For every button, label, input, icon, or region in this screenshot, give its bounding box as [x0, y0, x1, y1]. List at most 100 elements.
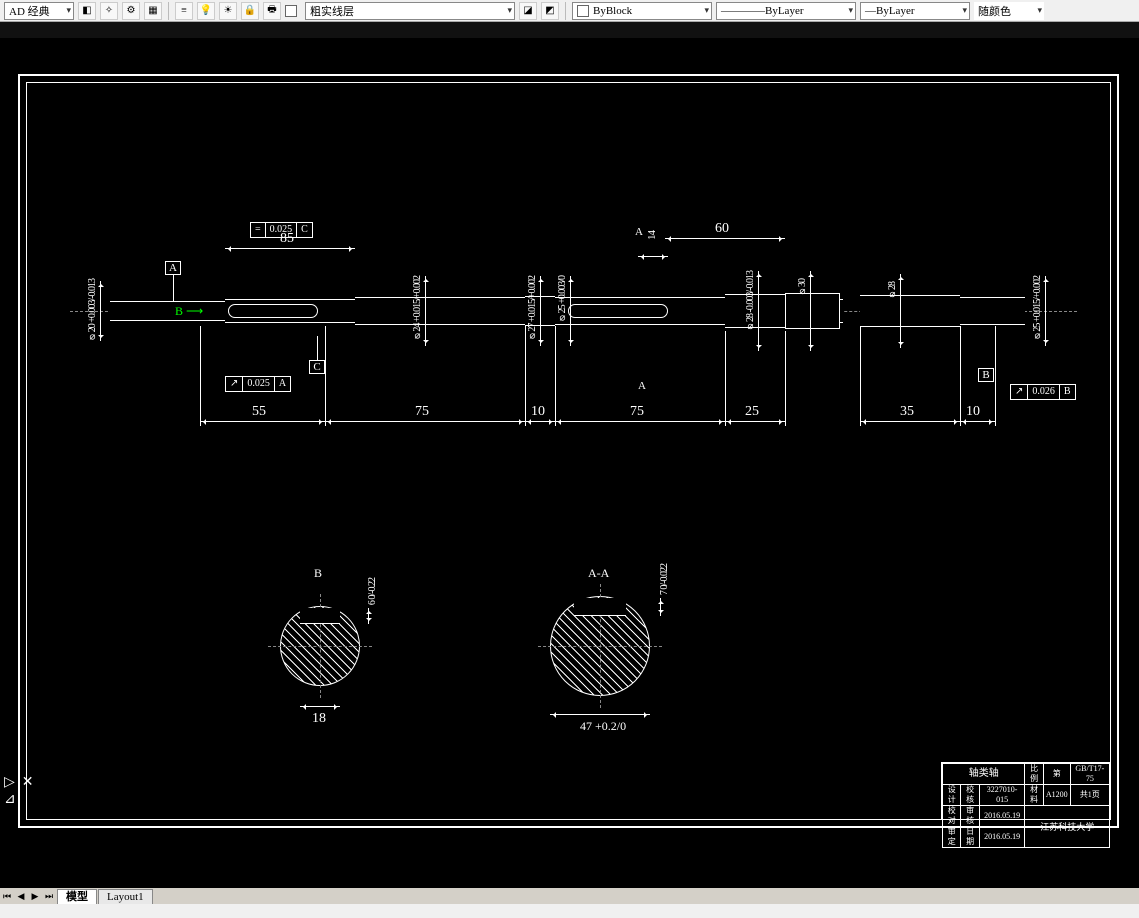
- tb-partname: 轴类轴: [943, 764, 1025, 785]
- tab-first-icon[interactable]: ⏮: [0, 891, 14, 902]
- layout-tabs-bar: ⏮ ◀ ▶ ⏭ 模型 Layout1: [0, 888, 1139, 904]
- tb: 共1页: [1070, 785, 1109, 806]
- tb: A1200: [1043, 785, 1070, 806]
- gdt-val2: 0.026: [1028, 385, 1060, 399]
- datum-A: A: [165, 261, 181, 275]
- gdt-d2: B: [1060, 385, 1075, 399]
- extline: [995, 326, 996, 426]
- tool-btn[interactable]: ◧: [78, 2, 96, 20]
- seg-7: [785, 293, 840, 329]
- tb-sheet-l: 第: [1043, 764, 1070, 785]
- tb: 设计: [943, 785, 961, 806]
- dim-75a: 75: [325, 421, 525, 422]
- tool-btn[interactable]: ◪: [519, 2, 537, 20]
- tb: 日期: [961, 827, 979, 848]
- dim-d27: ⌀27 +0.015/+0.002: [540, 276, 541, 346]
- tb-school: 江苏科技大学: [1025, 806, 1110, 848]
- dim-55: 55: [200, 421, 325, 422]
- tb-scale-l: 比例: [1025, 764, 1043, 785]
- lock-icon[interactable]: 🔒: [241, 2, 259, 20]
- extline: [525, 326, 526, 426]
- shaft-drawing: B ⟶ = 0.025 C 85 60 14 A A C ↗ 0.025 A: [70, 176, 1077, 426]
- gdt-bot-left: ↗ 0.025 A: [225, 376, 291, 392]
- ltype-dropdown[interactable]: ———— ByLayer: [716, 2, 856, 20]
- title-block: 轴类轴 比例 第 GB/T17-75 设计 校核 3227010-015 材料 …: [941, 762, 1111, 820]
- gdt-runout-icon: ↗: [1011, 385, 1028, 399]
- tool-btn[interactable]: ✧: [100, 2, 118, 20]
- print-icon[interactable]: 🖶: [263, 2, 281, 20]
- gdt-bot-right: ↗ 0.026 B: [1010, 384, 1076, 400]
- layer-dropdown[interactable]: 粗实线层: [305, 2, 515, 20]
- extline: [555, 326, 556, 426]
- datum-C-leader: [317, 336, 318, 360]
- gdt-datum: C: [297, 223, 312, 237]
- bulb-icon[interactable]: 💡: [197, 2, 215, 20]
- dim-d20: ⌀20 +0.003/-0.013: [100, 281, 101, 341]
- tab-last-icon[interactable]: ⏭: [42, 891, 56, 902]
- extline: [325, 326, 326, 426]
- tb: 审定: [943, 827, 961, 848]
- section-A: A-A 7 0/-0.022 47 +0.2/0: [510, 566, 710, 766]
- extline: [860, 326, 861, 426]
- color-dropdown[interactable]: ByBlock: [572, 2, 712, 20]
- tb: 3227010-015: [979, 785, 1025, 806]
- toolbar-top: AD 经典 ◧ ✧ ⚙ ▦ ≡ 💡 ☀ 🔒 🖶 粗实线层 ◪ ◩ ByBlock…: [0, 0, 1139, 22]
- seg-3: [355, 297, 525, 325]
- section-mark-A-bot: A: [638, 380, 646, 392]
- section-A-keyflat: [574, 598, 626, 616]
- section-B-keyflat: [300, 608, 340, 624]
- tab-next-icon[interactable]: ▶: [28, 891, 42, 902]
- dim-d30: ⌀30: [810, 271, 811, 351]
- tab-prev-icon[interactable]: ◀: [14, 891, 28, 902]
- gdt-d: A: [275, 377, 290, 391]
- datum-C: C: [309, 360, 325, 374]
- plotcolor-label: 随颜色: [974, 2, 1044, 20]
- lweight-dropdown[interactable]: — ByLayer: [860, 2, 970, 20]
- ribbon-gap: [0, 22, 1139, 38]
- workspace-dropdown[interactable]: AD 经典: [4, 2, 74, 20]
- tool-btn[interactable]: ⚙: [122, 2, 140, 20]
- bylayer-label: ByLayer: [765, 5, 803, 17]
- dim-10b: 10: [960, 421, 995, 422]
- tb: 审核: [961, 806, 979, 827]
- dim-d28a: ⌀28 -0.003/-0.013: [758, 271, 759, 351]
- status-bar: [0, 904, 1139, 918]
- dim-d25: ⌀25 +0.003/0: [570, 276, 571, 346]
- tb: 校对: [943, 806, 961, 827]
- tab-layout1[interactable]: Layout1: [98, 889, 153, 904]
- gdt-runout-icon: ↗: [226, 377, 243, 391]
- layer-color-swatch[interactable]: [285, 5, 297, 17]
- dim-85: 85: [225, 248, 355, 249]
- tab-model[interactable]: 模型: [57, 889, 97, 904]
- bycolor-label: ByBlock: [593, 5, 632, 17]
- seg-1: [110, 301, 225, 321]
- drawing-canvas[interactable]: B ⟶ = 0.025 C 85 60 14 A A C ↗ 0.025 A: [0, 44, 1139, 888]
- section-B-label: B: [314, 566, 322, 581]
- datum-A-leader: [173, 275, 174, 301]
- seg-gap: [840, 299, 843, 323]
- gdt-sym-icon: =: [251, 223, 266, 237]
- sun-icon[interactable]: ☀: [219, 2, 237, 20]
- tool-btn[interactable]: ▦: [144, 2, 162, 20]
- tb-std: GB/T17-75: [1070, 764, 1109, 785]
- dim-sB-h: 6 0/-0.22: [368, 608, 369, 624]
- section-B: B 6 0/-0.22 18: [250, 566, 430, 746]
- dim-75b: 75: [555, 421, 725, 422]
- tool-btn[interactable]: ◩: [541, 2, 559, 20]
- section-A-label: A-A: [588, 566, 609, 581]
- dim-sB-w: 18: [300, 706, 340, 707]
- seg-8: [860, 295, 960, 327]
- bylayer-label2: ByLayer: [876, 5, 914, 17]
- tb: 材料: [1025, 785, 1043, 806]
- dim-d28b: ⌀28: [900, 274, 901, 348]
- dim-d25b: ⌀25 +0.015/+0.002: [1045, 276, 1046, 346]
- tb: 校核: [961, 785, 979, 806]
- dim-10a: 10: [525, 421, 555, 422]
- extline: [725, 331, 726, 426]
- layer-btn[interactable]: ≡: [175, 2, 193, 20]
- cursor-arrow: B ⟶: [175, 304, 203, 319]
- section-mark-A-top: A: [635, 226, 643, 238]
- keyway-right: [568, 304, 668, 318]
- drawing-border: B ⟶ = 0.025 C 85 60 14 A A C ↗ 0.025 A: [18, 74, 1119, 828]
- extline: [785, 331, 786, 426]
